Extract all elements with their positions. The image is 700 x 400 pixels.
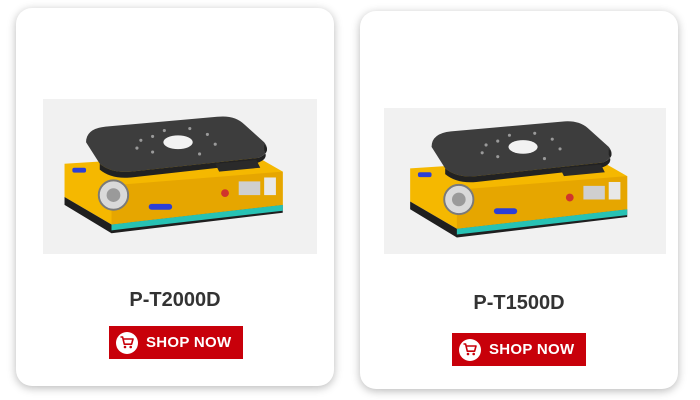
shop-now-label: SHOP NOW (146, 334, 232, 351)
shopping-cart-icon (459, 338, 481, 361)
product-name[interactable]: P-T1500D (360, 292, 678, 315)
shop-now-label: SHOP NOW (489, 341, 575, 358)
shopping-cart-icon (116, 331, 138, 354)
product-card[interactable]: P-T2000D SHOP NOW (16, 8, 334, 386)
shop-now-button[interactable]: SHOP NOW (109, 326, 243, 359)
product-card[interactable]: P-T1500D SHOP NOW (360, 11, 678, 389)
agv-robot-image[interactable] (43, 99, 317, 254)
agv-robot-image[interactable] (384, 108, 666, 254)
shop-now-button[interactable]: SHOP NOW (452, 333, 586, 366)
product-name[interactable]: P-T2000D (16, 289, 334, 312)
